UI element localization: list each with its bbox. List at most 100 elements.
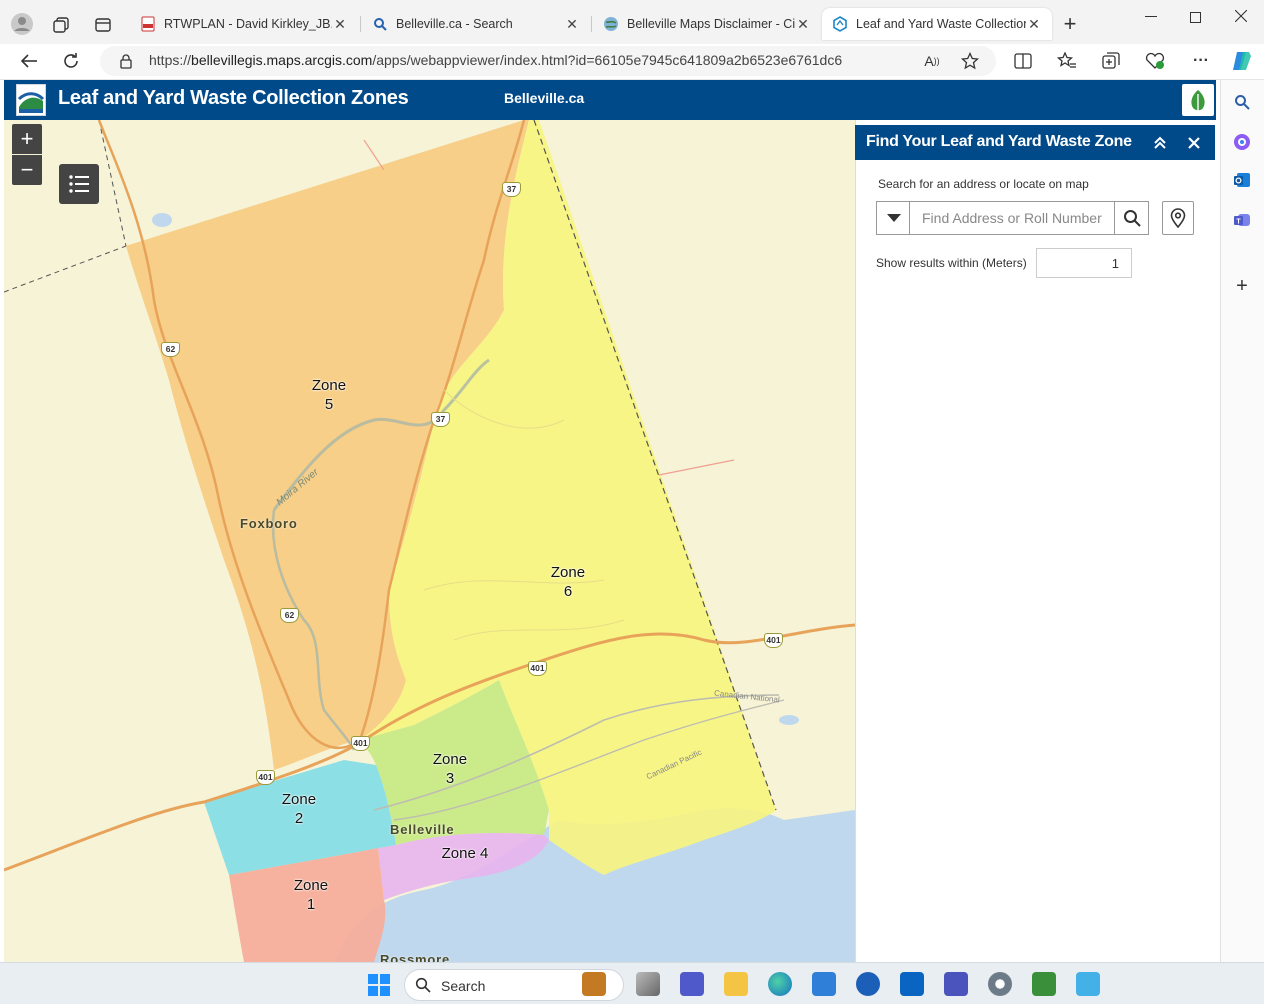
small-lake [152, 213, 172, 227]
pdf-icon [140, 16, 156, 32]
distance-input[interactable] [1036, 248, 1132, 278]
zone-5-label: Zone 5 [304, 376, 354, 414]
zone-1-label: Zone 1 [286, 876, 336, 914]
tab-label: Leaf and Yard Waste Collection [856, 17, 1026, 31]
edge-browser-icon[interactable] [768, 972, 792, 996]
windows-start-icon[interactable] [366, 972, 392, 998]
close-icon[interactable]: ✕ [1026, 16, 1042, 33]
zone-number: 5 [324, 396, 334, 413]
read-aloud-icon[interactable]: A)) [920, 50, 944, 72]
maximize-button[interactable] [1180, 8, 1210, 26]
briefcase-icon[interactable] [582, 972, 606, 996]
leaf-icon [1191, 90, 1205, 111]
favorites-icon[interactable] [1054, 50, 1080, 72]
svg-text:T: T [1236, 219, 1241, 226]
place-label-belleville: Belleville [390, 822, 455, 837]
zone-number: 2 [294, 810, 304, 827]
url-host: bellevillegis.maps.arcgis.com [191, 52, 373, 68]
close-icon[interactable]: ✕ [564, 16, 580, 33]
tab-disclaimer[interactable]: Belleville Maps Disclaimer - City ✕ [593, 8, 821, 40]
collapse-panel-icon[interactable] [1150, 133, 1170, 153]
zone-number: 3 [445, 770, 455, 787]
tab-pdf[interactable]: RTWPLAN - David Kirkley_JB.p ✕ [130, 8, 358, 40]
teams-app-icon[interactable] [680, 972, 704, 996]
search-icon [372, 16, 388, 32]
back-arrow-icon[interactable] [16, 48, 42, 74]
favorite-star-icon[interactable] [958, 50, 982, 72]
windows-taskbar [0, 962, 1264, 1004]
url-path: /apps/webappviewer/index.html?id=66105e7… [372, 52, 843, 68]
notepad-icon[interactable] [1076, 972, 1100, 996]
belleville-link[interactable]: Belleville.ca [504, 90, 584, 106]
address-search-input[interactable] [909, 201, 1115, 235]
tab-separator [591, 16, 592, 32]
add-sidebar-app-icon[interactable]: + [1230, 274, 1254, 298]
zone-name: Zone [432, 751, 468, 768]
taskbar-search-label: Search [441, 978, 486, 994]
tab-search[interactable]: Belleville.ca - Search ✕ [362, 8, 590, 40]
new-tab-button[interactable]: + [1058, 11, 1082, 36]
zone-name: Zone [281, 791, 317, 808]
panel-title: Find Your Leaf and Yard Waste Zone [866, 133, 1132, 150]
settings-gear-icon[interactable] [988, 972, 1012, 996]
highway-shield: 401 [256, 770, 275, 785]
close-icon[interactable]: ✕ [795, 16, 811, 33]
workspaces-icon[interactable] [50, 14, 72, 36]
teams-icon[interactable]: T [1230, 208, 1254, 232]
tab-actions-icon[interactable] [92, 14, 114, 36]
minimize-button[interactable] [1136, 8, 1166, 26]
zone-number: 6 [563, 583, 573, 600]
location-pin-icon [1170, 208, 1186, 228]
highway-shield: 37 [502, 182, 521, 197]
zoom-in-button[interactable]: + [12, 124, 42, 154]
caret-down-icon [886, 214, 901, 222]
layer-list-button[interactable] [59, 164, 99, 204]
profile-avatar-icon[interactable] [10, 12, 34, 36]
zone-2-label: Zone 2 [274, 790, 324, 828]
split-screen-icon[interactable] [1010, 50, 1036, 72]
search-source-dropdown[interactable] [876, 201, 910, 235]
search-hint: Search for an address or locate on map [878, 177, 1089, 191]
task-view-icon[interactable] [636, 972, 660, 996]
belleville-logo [16, 84, 46, 116]
refresh-icon[interactable] [58, 48, 84, 74]
collections-icon[interactable] [1098, 50, 1124, 72]
shopping-icon[interactable] [1230, 130, 1254, 154]
locate-button[interactable] [1162, 201, 1194, 235]
zone-name: Zone 4 [441, 845, 489, 862]
search-icon[interactable] [1230, 90, 1254, 114]
spreadsheet-app-icon[interactable] [1032, 972, 1056, 996]
outlook-icon[interactable] [1230, 168, 1254, 192]
highway-shield: 62 [280, 608, 299, 623]
teams-new-icon[interactable] [944, 972, 968, 996]
leaf-widget-button[interactable] [1182, 84, 1214, 116]
tab-label: Belleville Maps Disclaimer - City [627, 17, 795, 31]
distance-label: Show results within (Meters) [876, 256, 1027, 270]
browser-essentials-icon[interactable] [1142, 50, 1168, 72]
close-icon[interactable]: ✕ [332, 16, 348, 33]
vpn-icon[interactable] [856, 972, 880, 996]
search-panel [855, 120, 1216, 962]
place-label-rossmore: Rossmore [380, 952, 450, 962]
search-button[interactable] [1114, 201, 1149, 235]
highway-shield: 401 [764, 633, 783, 648]
zoom-out-button[interactable]: − [12, 155, 42, 185]
zone-3-label: Zone 3 [425, 750, 475, 788]
copilot-icon[interactable] [1228, 48, 1256, 74]
zone-name: Zone [293, 877, 329, 894]
tab-label: Belleville.ca - Search [396, 17, 513, 31]
close-panel-icon[interactable] [1184, 133, 1204, 153]
map-view[interactable]: 37 37 62 62 401 401 401 401 Zone 5 Zone 6 … [4, 120, 855, 962]
close-window-button[interactable] [1226, 7, 1256, 25]
zone-number: 1 [306, 896, 316, 913]
outlook-app-icon[interactable] [900, 972, 924, 996]
file-explorer-icon[interactable] [724, 972, 748, 996]
tab-label: RTWPLAN - David Kirkley_JB.p [164, 17, 332, 31]
store-icon[interactable] [812, 972, 836, 996]
tab-leaf-yard-waste[interactable]: Leaf and Yard Waste Collection ✕ [822, 8, 1052, 40]
more-options-icon[interactable]: ··· [1188, 50, 1214, 72]
app-title: Leaf and Yard Waste Collection Zones [58, 87, 409, 109]
zone-name: Zone [550, 564, 586, 581]
url-text[interactable]: https://bellevillegis.maps.arcgis.com/ap… [149, 52, 842, 68]
lock-icon[interactable] [116, 51, 136, 71]
